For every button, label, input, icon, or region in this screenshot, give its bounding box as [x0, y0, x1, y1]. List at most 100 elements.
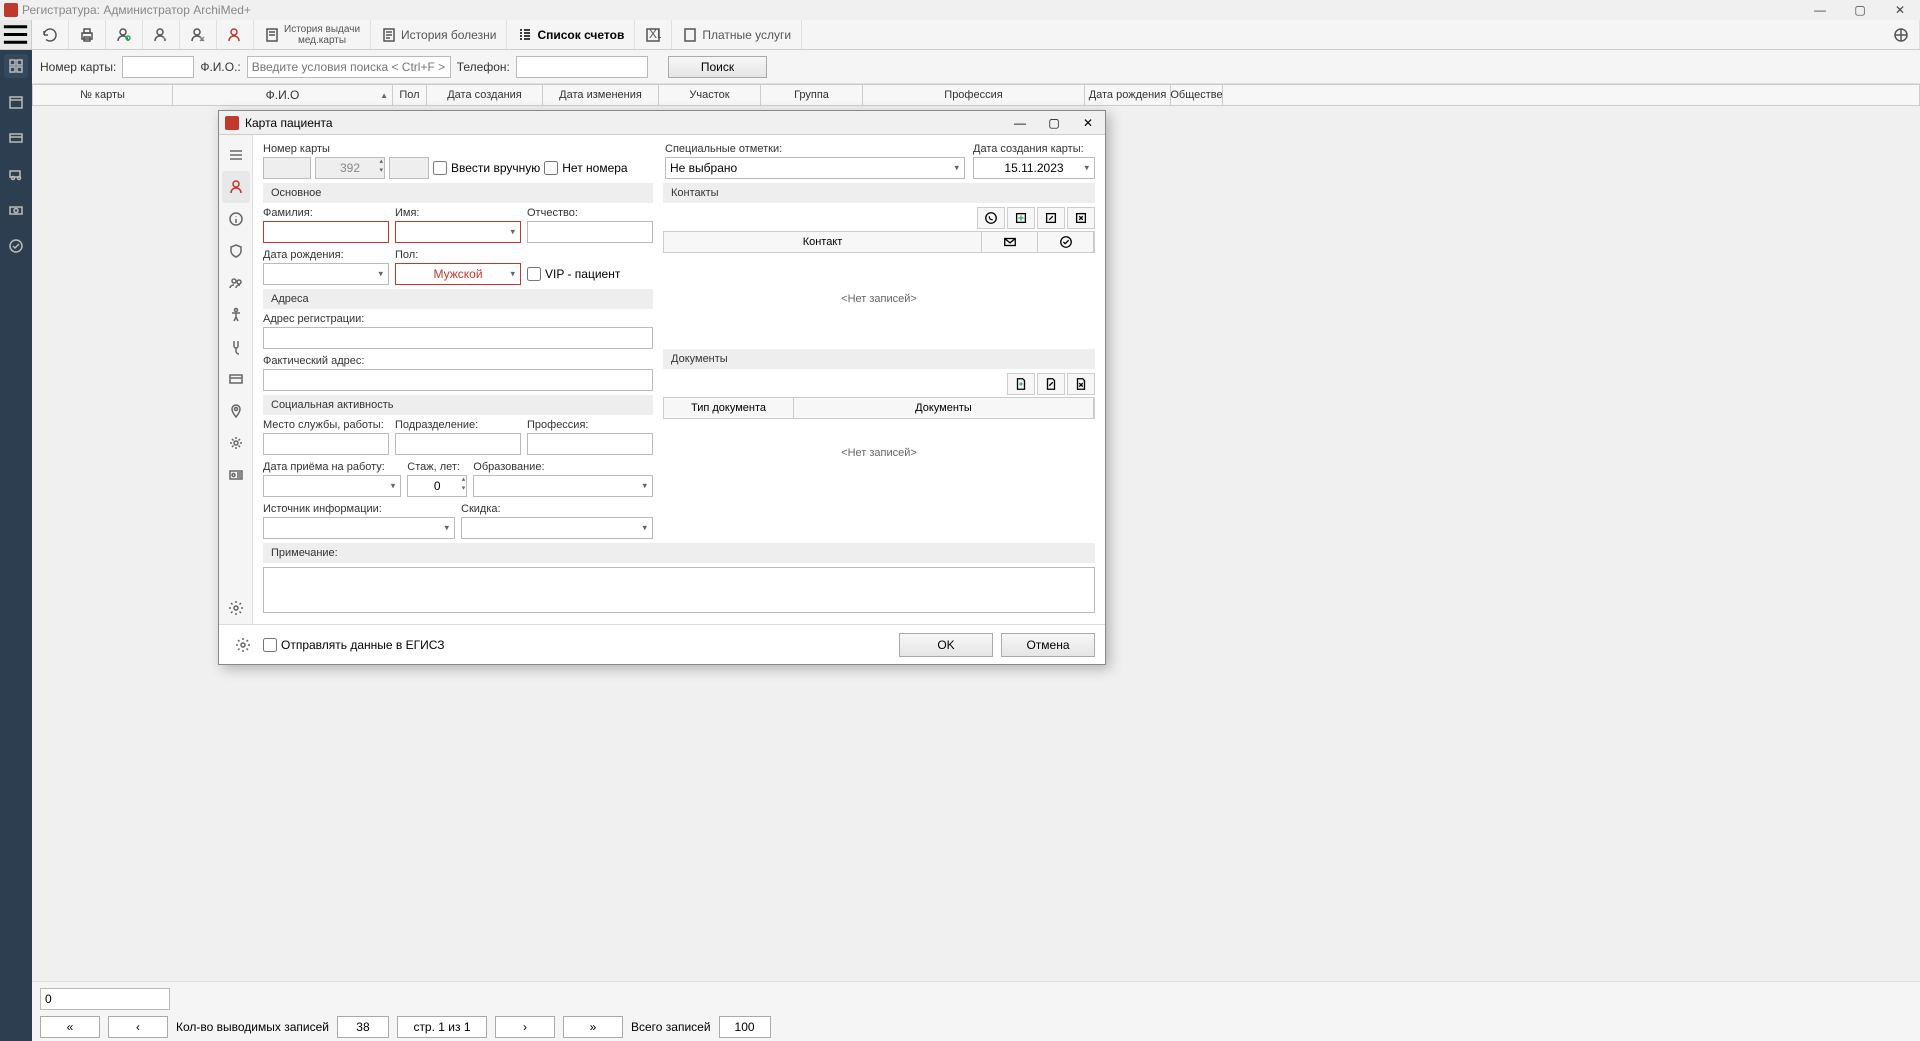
last-page-button[interactable]: » [563, 1016, 623, 1038]
dialog-tab-shield-icon[interactable] [222, 235, 250, 267]
doc-type-col-header[interactable]: Тип документа [664, 398, 794, 418]
help-button[interactable] [1883, 20, 1920, 49]
hire-date-input[interactable] [263, 475, 401, 497]
education-label: Образование: [473, 461, 653, 473]
sidebar-cash-icon[interactable] [4, 198, 28, 222]
dialog-tab-person-icon[interactable] [222, 171, 250, 203]
delete-patient-button[interactable] [180, 20, 217, 49]
card-no-input[interactable] [122, 56, 194, 78]
dialog-tab-accessibility-icon[interactable] [222, 299, 250, 331]
sidebar-check-icon[interactable] [4, 234, 28, 258]
close-button[interactable]: ✕ [1880, 0, 1920, 20]
dialog-tab-settings-icon[interactable] [222, 427, 250, 459]
contacts-no-records: <Нет записей> [663, 253, 1095, 345]
creation-date-input[interactable] [973, 157, 1095, 179]
invoice-list-button[interactable]: Список счетов [507, 20, 635, 49]
profession-input[interactable] [527, 433, 653, 455]
dialog-tab-info-icon[interactable] [222, 203, 250, 235]
th-card-no[interactable]: № карты [33, 85, 173, 105]
print-button[interactable] [69, 20, 106, 49]
info-source-select[interactable] [263, 517, 455, 539]
discount-select[interactable] [461, 517, 653, 539]
add-contact-icon[interactable] [1007, 207, 1035, 229]
cancel-button[interactable]: Отмена [1001, 633, 1095, 657]
th-gender[interactable]: Пол [393, 85, 427, 105]
sidebar-calendar-icon[interactable] [4, 90, 28, 114]
section-main: Основное [263, 183, 653, 203]
dialog-tab-menu-icon[interactable] [222, 139, 250, 171]
maximize-button[interactable]: ▢ [1840, 0, 1880, 20]
th-created[interactable]: Дата создания [427, 85, 543, 105]
delete-document-icon[interactable] [1067, 373, 1095, 395]
actual-address-input[interactable] [263, 369, 653, 391]
patient-card-button[interactable] [217, 20, 254, 49]
patronymic-input[interactable] [527, 221, 653, 243]
send-egisz-checkbox[interactable]: Отправлять данные в ЕГИСЗ [263, 638, 445, 652]
medcard-history-button[interactable]: История выдачимед.карты [254, 20, 371, 49]
vip-checkbox[interactable]: VIP - пациент [527, 263, 653, 285]
surname-input[interactable] [263, 221, 389, 243]
prev-page-button[interactable]: ‹ [108, 1016, 168, 1038]
refresh-button[interactable] [32, 20, 69, 49]
add-document-icon[interactable] [1007, 373, 1035, 395]
edit-document-icon[interactable] [1037, 373, 1065, 395]
add-patient-button[interactable] [106, 20, 143, 49]
dialog-tab-gear-icon[interactable] [222, 592, 250, 624]
page-info: стр. 1 из 1 [397, 1016, 487, 1038]
reg-address-input[interactable] [263, 327, 653, 349]
phone-input[interactable] [516, 56, 648, 78]
th-profession[interactable]: Профессия [863, 85, 1085, 105]
section-contacts: Контакты [663, 183, 1095, 203]
ok-button[interactable]: OK [899, 633, 993, 657]
minimize-button[interactable]: — [1800, 0, 1840, 20]
search-button[interactable]: Поиск [668, 56, 767, 78]
dialog-tab-card-icon[interactable] [222, 363, 250, 395]
whatsapp-icon[interactable] [977, 207, 1005, 229]
paid-services-button[interactable]: Платные услуги [672, 20, 802, 49]
disease-history-button[interactable]: История болезни [371, 20, 507, 49]
dialog-tab-location-icon[interactable] [222, 395, 250, 427]
dialog-minimize-button[interactable]: — [1003, 111, 1037, 135]
dialog-tab-people-icon[interactable] [222, 267, 250, 299]
sidebar-registry-icon[interactable] [4, 54, 28, 78]
first-page-button[interactable]: « [40, 1016, 100, 1038]
email-col-icon[interactable] [982, 232, 1038, 252]
dob-input[interactable] [263, 263, 389, 285]
name-input[interactable] [395, 221, 521, 243]
th-area[interactable]: Участок [659, 85, 761, 105]
experience-input[interactable] [407, 475, 467, 497]
next-page-button[interactable]: › [495, 1016, 555, 1038]
manual-entry-checkbox[interactable]: Ввести вручную [433, 161, 540, 175]
no-number-checkbox[interactable]: Нет номера [544, 161, 627, 175]
th-society[interactable]: Обществе [1171, 85, 1223, 105]
dialog-close-button[interactable]: ✕ [1071, 111, 1105, 135]
edit-patient-button[interactable] [143, 20, 180, 49]
export-xls-button[interactable]: XLS [635, 20, 672, 49]
dialog-tab-medical-icon[interactable] [222, 331, 250, 363]
special-marks-select[interactable] [665, 157, 965, 179]
department-input[interactable] [395, 433, 521, 455]
delete-contact-icon[interactable] [1067, 207, 1095, 229]
workplace-input[interactable] [263, 433, 389, 455]
fio-input[interactable] [247, 56, 451, 78]
th-modified[interactable]: Дата изменения [543, 85, 659, 105]
gender-select[interactable] [395, 263, 521, 285]
dialog-maximize-button[interactable]: ▢ [1037, 111, 1071, 135]
notes-textarea[interactable] [263, 567, 1095, 613]
th-dob[interactable]: Дата рождения [1085, 85, 1171, 105]
dialog-tab-id-icon[interactable] [222, 459, 250, 491]
status-input[interactable] [40, 988, 170, 1010]
verified-col-icon[interactable] [1038, 232, 1094, 252]
sidebar-transport-icon[interactable] [4, 162, 28, 186]
doc-col-header[interactable]: Документы [794, 398, 1094, 418]
hamburger-menu[interactable] [0, 20, 32, 49]
education-select[interactable] [473, 475, 653, 497]
records-out-value[interactable]: 38 [337, 1016, 389, 1038]
edit-contact-icon[interactable] [1037, 207, 1065, 229]
th-group[interactable]: Группа [761, 85, 863, 105]
th-fio[interactable]: Ф.И.О▲ [173, 85, 393, 105]
contact-col-header[interactable]: Контакт [664, 232, 982, 252]
sidebar-card-icon[interactable] [4, 126, 28, 150]
search-row: Номер карты: Ф.И.О.: Телефон: Поиск [32, 50, 1920, 84]
dialog-footer-gear-icon[interactable] [229, 631, 257, 659]
